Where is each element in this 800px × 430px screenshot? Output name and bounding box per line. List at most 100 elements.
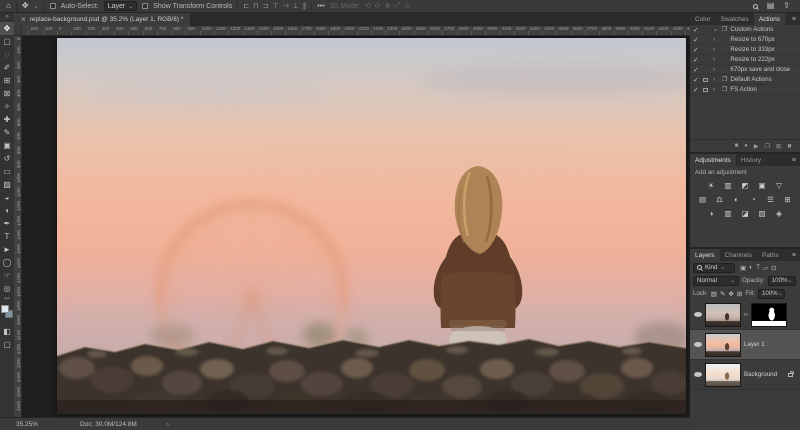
play-icon[interactable]: ▶ bbox=[754, 143, 759, 150]
foreground-color-swatch[interactable] bbox=[1, 305, 9, 313]
lock-position-icon[interactable]: ✥ bbox=[728, 290, 733, 298]
hue-saturation-icon[interactable]: ▤ bbox=[697, 194, 709, 204]
color-balance-icon[interactable]: ⚖ bbox=[714, 194, 726, 204]
action-check-icon[interactable]: ✓ bbox=[693, 86, 700, 94]
record-icon[interactable]: ● bbox=[744, 143, 748, 149]
layer-visibility-icon[interactable] bbox=[694, 342, 702, 347]
action-check-icon[interactable]: ✓ bbox=[693, 76, 700, 84]
mask-link-icon[interactable]: ∞ bbox=[744, 312, 748, 318]
action-row[interactable]: ✓ › ❐ 670px save and close bbox=[690, 65, 800, 75]
color-lookup-icon[interactable]: ⊞ bbox=[782, 194, 794, 204]
panel-menu-icon[interactable]: ≡ bbox=[788, 13, 800, 25]
action-check-icon[interactable]: ✓ bbox=[693, 26, 700, 34]
tab-color[interactable]: Color bbox=[690, 13, 716, 25]
action-dialog-toggle[interactable] bbox=[703, 77, 710, 82]
action-expand-icon[interactable]: ⌄ bbox=[713, 26, 719, 33]
canvas-image[interactable] bbox=[56, 38, 690, 417]
exposure-icon[interactable]: ▣ bbox=[756, 180, 768, 190]
tab-actions[interactable]: Actions bbox=[753, 13, 786, 25]
eyedropper-tool[interactable]: ✧ bbox=[0, 100, 14, 113]
action-row[interactable]: ✓ › ❐ Resize to 670px bbox=[690, 35, 800, 45]
shape-layer-filter-icon[interactable]: ▱ bbox=[763, 264, 768, 272]
layer-row-background[interactable]: Background bbox=[690, 360, 800, 390]
layer-row-layer-1[interactable]: Layer 1 bbox=[690, 330, 800, 360]
selective-color-icon[interactable]: ◈ bbox=[773, 208, 785, 218]
pixel-layer-filter-icon[interactable]: ▣ bbox=[740, 264, 746, 272]
clone-stamp-tool[interactable]: ▣ bbox=[0, 139, 14, 152]
posterize-icon[interactable]: ▥ bbox=[722, 208, 734, 218]
vibrance-icon[interactable]: ▽ bbox=[773, 180, 785, 190]
zoom-tool[interactable]: ◎ bbox=[0, 282, 14, 295]
auto-select-dropdown[interactable]: Layer ⌄ bbox=[103, 1, 138, 11]
new-action-icon[interactable]: ⊞ bbox=[776, 143, 781, 150]
layer-name[interactable]: Layer 1 bbox=[744, 341, 765, 348]
black-white-icon[interactable]: ◐ bbox=[731, 194, 743, 204]
crop-tool[interactable]: ⊞ bbox=[0, 74, 14, 87]
path-selection-tool[interactable]: ► bbox=[0, 243, 14, 256]
align-top-edges-icon[interactable]: ⊤ bbox=[272, 2, 278, 10]
lock-artboard-icon[interactable]: ⊞ bbox=[737, 290, 742, 298]
document-tab[interactable]: × replace-background.psd @ 35.2% (Layer … bbox=[14, 13, 191, 26]
layer-visibility-icon[interactable] bbox=[694, 312, 702, 317]
channel-mixer-icon[interactable]: ☰ bbox=[765, 194, 777, 204]
align-right-edges-icon[interactable]: ⊐ bbox=[263, 2, 269, 10]
curves-icon[interactable]: ◩ bbox=[739, 180, 751, 190]
fill-dropdown[interactable]: 100% ⌄ bbox=[757, 288, 785, 299]
more-options-icon[interactable]: ••• bbox=[317, 3, 324, 10]
auto-select-checkbox[interactable] bbox=[49, 3, 56, 9]
photo-filter-icon[interactable]: ◔ bbox=[748, 194, 760, 204]
align-vertical-centers-icon[interactable]: ⊣ bbox=[283, 2, 289, 10]
layer-thumbnail[interactable] bbox=[705, 302, 741, 327]
action-expand-icon[interactable]: › bbox=[713, 67, 719, 73]
align-bottom-edges-icon[interactable]: ⊥ bbox=[293, 2, 299, 10]
invert-icon[interactable]: ◑ bbox=[705, 208, 717, 218]
align-horizontal-centers-icon[interactable]: ⊓ bbox=[253, 2, 258, 10]
canvas-pasteboard[interactable] bbox=[22, 36, 690, 417]
action-row[interactable]: ✓ › ❐ Resize to 333px bbox=[690, 45, 800, 55]
blend-mode-dropdown[interactable]: Normal ⌄ bbox=[693, 275, 739, 286]
tab-channels[interactable]: Channels bbox=[720, 249, 757, 261]
tab-swatches[interactable]: Swatches bbox=[716, 13, 754, 25]
vertical-ruler[interactable]: 0 100 200 300 400 500 600 700 800 900 1000 1100 1200… bbox=[14, 36, 22, 417]
screen-mode-icon[interactable]: ▢ bbox=[0, 338, 14, 351]
align-left-edges-icon[interactable]: ⊏ bbox=[243, 2, 249, 10]
opacity-dropdown[interactable]: 100% ⌄ bbox=[767, 275, 796, 286]
action-row[interactable]: ✓ ⌄ ❐ Custom Actions bbox=[690, 25, 800, 35]
action-expand-icon[interactable]: › bbox=[713, 47, 719, 53]
action-check-icon[interactable]: ✓ bbox=[693, 56, 700, 64]
layer-thumbnail[interactable] bbox=[705, 362, 741, 387]
blur-tool[interactable]: ◒ bbox=[0, 191, 14, 204]
horizontal-ruler[interactable]: 200 100 0 100 200 300 400 500 600 700 800 900 1000 11… bbox=[22, 26, 690, 36]
action-expand-icon[interactable]: › bbox=[713, 77, 719, 83]
pen-tool[interactable]: ✒ bbox=[0, 217, 14, 230]
new-folder-icon[interactable]: ❐ bbox=[765, 143, 770, 150]
move-tool-preset-icon[interactable]: ✥ bbox=[22, 2, 29, 10]
search-icon[interactable] bbox=[752, 3, 758, 9]
quick-selection-tool[interactable]: ✐ bbox=[0, 61, 14, 74]
gradient-map-icon[interactable]: ▨ bbox=[756, 208, 768, 218]
eraser-tool[interactable]: ▭ bbox=[0, 165, 14, 178]
delete-icon[interactable]: ✖ bbox=[787, 143, 792, 150]
action-expand-icon[interactable]: › bbox=[713, 57, 719, 63]
tab-adjustments[interactable]: Adjustments bbox=[690, 154, 736, 166]
collapse-toolbar-icon[interactable]: » bbox=[5, 14, 8, 22]
workspace-switcher-icon[interactable]: ▤ bbox=[767, 2, 775, 10]
action-expand-icon[interactable]: › bbox=[713, 37, 719, 43]
action-row[interactable]: ✓ › ❐ Default Actions bbox=[690, 75, 800, 85]
levels-icon[interactable]: ▥ bbox=[722, 180, 734, 190]
type-layer-filter-icon[interactable]: T bbox=[756, 264, 760, 272]
quick-mask-icon[interactable]: ◧ bbox=[0, 325, 14, 338]
threshold-icon[interactable]: ◪ bbox=[739, 208, 751, 218]
chevron-down-icon[interactable]: ⌄ bbox=[34, 3, 39, 10]
lock-pixels-icon[interactable]: ✎ bbox=[720, 290, 725, 298]
panel-menu-icon[interactable]: ≡ bbox=[788, 249, 800, 261]
stop-icon[interactable]: ■ bbox=[735, 143, 739, 149]
layer-row-masked-sky[interactable]: ∞ bbox=[690, 300, 800, 330]
history-brush-tool[interactable]: ↺ bbox=[0, 152, 14, 165]
tab-history[interactable]: History bbox=[736, 154, 766, 166]
layer-visibility-icon[interactable] bbox=[694, 372, 702, 377]
move-tool[interactable]: ✥ bbox=[0, 22, 14, 35]
action-expand-icon[interactable]: › bbox=[713, 87, 719, 93]
brush-tool[interactable]: ✎ bbox=[0, 126, 14, 139]
brightness-contrast-icon[interactable]: ☀ bbox=[705, 180, 717, 190]
